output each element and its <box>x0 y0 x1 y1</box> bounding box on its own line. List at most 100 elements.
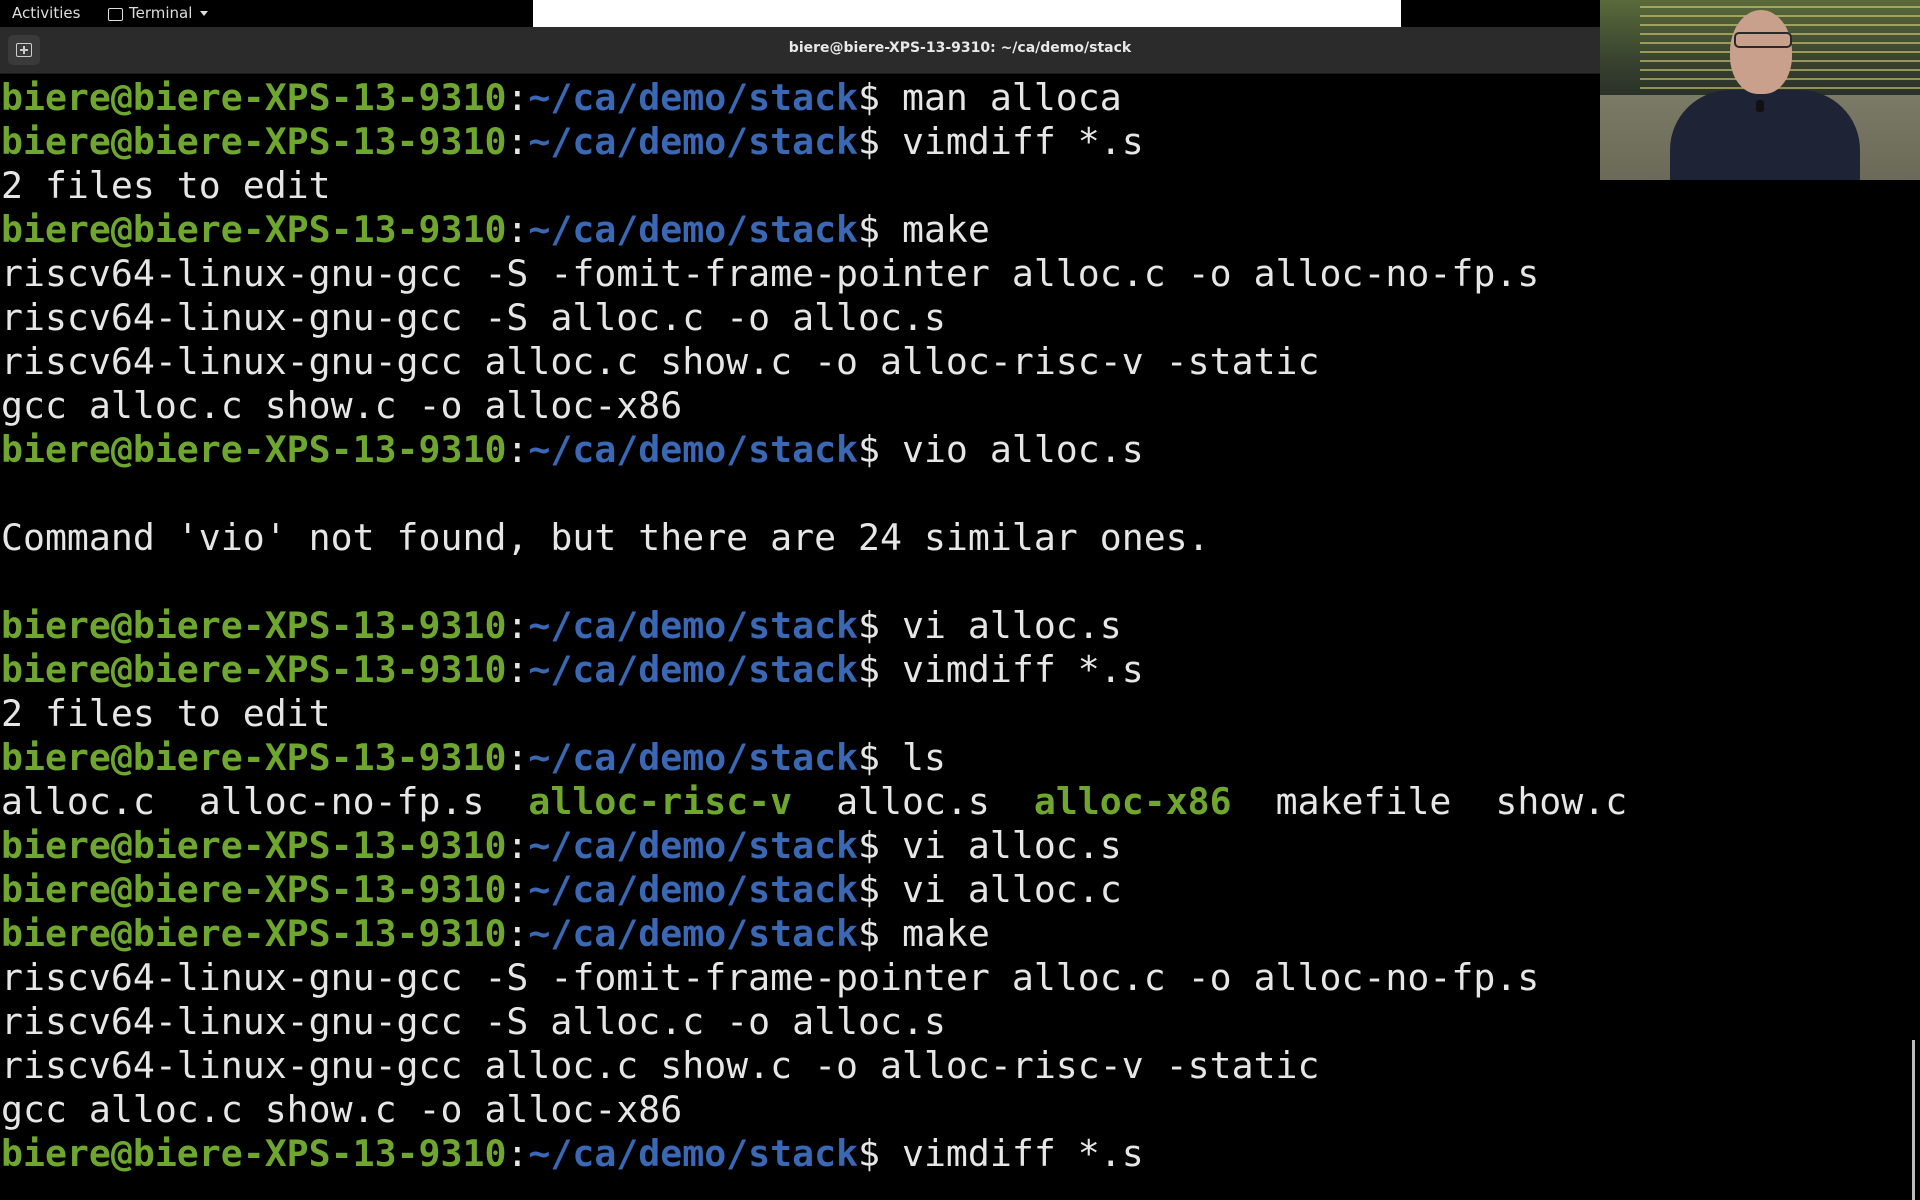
prompt-dollar: $ <box>858 604 902 647</box>
prompt-path: ~/ca/demo/stack <box>528 1132 859 1175</box>
prompt-path: ~/ca/demo/stack <box>528 76 859 119</box>
terminal-line: Command 'vio' not found, but there are 2… <box>1 516 1915 560</box>
output-text: riscv64-linux-gnu-gcc -S alloc.c -o allo… <box>1 296 946 339</box>
prompt-path: ~/ca/demo/stack <box>528 648 859 691</box>
prompt-dollar: $ <box>858 120 902 163</box>
prompt-user-host: biere@biere-XPS-13-9310 <box>1 428 507 471</box>
webcam-presenter-glasses <box>1734 32 1792 48</box>
ls-entry: alloc.c <box>1 780 155 823</box>
prompt-separator: : <box>506 824 529 867</box>
prompt-separator: : <box>506 912 529 955</box>
terminal-line: biere@biere-XPS-13-9310:~/ca/demo/stack$… <box>1 604 1915 648</box>
terminal-line: biere@biere-XPS-13-9310:~/ca/demo/stack$… <box>1 912 1915 956</box>
ls-entry: alloc-risc-v <box>528 780 793 823</box>
output-text: riscv64-linux-gnu-gcc alloc.c show.c -o … <box>1 1044 1320 1087</box>
app-menu-label: Terminal <box>129 4 193 22</box>
output-text: riscv64-linux-gnu-gcc -S -fomit-frame-po… <box>1 956 1540 999</box>
prompt-path: ~/ca/demo/stack <box>528 120 859 163</box>
command-text: vi alloc.s <box>901 604 1122 647</box>
prompt-dollar: $ <box>858 648 902 691</box>
prompt-separator: : <box>506 120 529 163</box>
prompt-separator: : <box>506 76 529 119</box>
terminal-view[interactable]: biere@biere-XPS-13-9310:~/ca/demo/stack$… <box>0 76 1915 1200</box>
prompt-separator: : <box>506 428 529 471</box>
command-text: vi alloc.s <box>901 824 1122 867</box>
prompt-user-host: biere@biere-XPS-13-9310 <box>1 208 507 251</box>
terminal-line: biere@biere-XPS-13-9310:~/ca/demo/stack$… <box>1 208 1915 252</box>
ls-entry: alloc.s <box>836 780 990 823</box>
prompt-path: ~/ca/demo/stack <box>528 868 859 911</box>
prompt-path: ~/ca/demo/stack <box>528 736 859 779</box>
command-text: vio alloc.s <box>901 428 1144 471</box>
prompt-path: ~/ca/demo/stack <box>528 428 859 471</box>
output-text: 2 files to edit <box>1 692 331 735</box>
terminal-output: biere@biere-XPS-13-9310:~/ca/demo/stack$… <box>0 76 1915 1176</box>
terminal-line: biere@biere-XPS-13-9310:~/ca/demo/stack$… <box>1 648 1915 692</box>
ls-entry: alloc-x86 <box>1033 780 1232 823</box>
terminal-line: biere@biere-XPS-13-9310:~/ca/demo/stack$… <box>1 736 1915 780</box>
overlay-strip <box>533 0 1401 27</box>
command-text: vimdiff *.s <box>901 1132 1144 1175</box>
output-text: 2 files to edit <box>1 164 331 207</box>
ls-entry: show.c <box>1495 780 1628 823</box>
prompt-separator: : <box>506 868 529 911</box>
ls-entry: makefile <box>1275 780 1452 823</box>
prompt-user-host: biere@biere-XPS-13-9310 <box>1 736 507 779</box>
prompt-dollar: $ <box>858 868 902 911</box>
terminal-line: biere@biere-XPS-13-9310:~/ca/demo/stack$… <box>1 428 1915 472</box>
app-menu-button[interactable]: Terminal <box>108 4 209 22</box>
output-text: gcc alloc.c show.c -o alloc-x86 <box>1 1088 683 1131</box>
terminal-line: riscv64-linux-gnu-gcc -S -fomit-frame-po… <box>1 956 1915 1000</box>
ls-entry: alloc-no-fp.s <box>198 780 485 823</box>
prompt-dollar: $ <box>858 736 902 779</box>
output-text: riscv64-linux-gnu-gcc -S -fomit-frame-po… <box>1 252 1540 295</box>
prompt-separator: : <box>506 604 529 647</box>
prompt-path: ~/ca/demo/stack <box>528 912 859 955</box>
command-text: vi alloc.c <box>901 868 1122 911</box>
terminal-line: biere@biere-XPS-13-9310:~/ca/demo/stack$… <box>1 824 1915 868</box>
prompt-separator: : <box>506 736 529 779</box>
prompt-path: ~/ca/demo/stack <box>528 824 859 867</box>
command-text: vimdiff *.s <box>901 120 1144 163</box>
prompt-separator: : <box>506 648 529 691</box>
prompt-dollar: $ <box>858 1132 902 1175</box>
terminal-line: riscv64-linux-gnu-gcc -S alloc.c -o allo… <box>1 296 1915 340</box>
terminal-line: alloc.c alloc-no-fp.s alloc-risc-v alloc… <box>1 780 1915 824</box>
output-text: riscv64-linux-gnu-gcc alloc.c show.c -o … <box>1 340 1320 383</box>
output-text: riscv64-linux-gnu-gcc -S alloc.c -o allo… <box>1 1000 946 1043</box>
command-text: make <box>901 912 990 955</box>
prompt-user-host: biere@biere-XPS-13-9310 <box>1 1132 507 1175</box>
webcam-presenter-head <box>1730 10 1792 94</box>
activities-button[interactable]: Activities <box>12 4 80 22</box>
prompt-user-host: biere@biere-XPS-13-9310 <box>1 912 507 955</box>
prompt-dollar: $ <box>858 824 902 867</box>
output-text: Command 'vio' not found, but there are 2… <box>1 516 1210 559</box>
terminal-line: riscv64-linux-gnu-gcc -S -fomit-frame-po… <box>1 252 1915 296</box>
prompt-separator: : <box>506 1132 529 1175</box>
prompt-dollar: $ <box>858 912 902 955</box>
prompt-user-host: biere@biere-XPS-13-9310 <box>1 120 507 163</box>
terminal-line: gcc alloc.c show.c -o alloc-x86 <box>1 1088 1915 1132</box>
prompt-dollar: $ <box>858 76 902 119</box>
webcam-overlay <box>1600 0 1920 180</box>
prompt-user-host: biere@biere-XPS-13-9310 <box>1 648 507 691</box>
terminal-line: 2 files to edit <box>1 692 1915 736</box>
terminal-line: riscv64-linux-gnu-gcc -S alloc.c -o allo… <box>1 1000 1915 1044</box>
terminal-scrollbar[interactable] <box>1912 1040 1915 1200</box>
chevron-down-icon <box>200 10 209 16</box>
webcam-microphone <box>1756 100 1764 112</box>
terminal-line: riscv64-linux-gnu-gcc alloc.c show.c -o … <box>1 1044 1915 1088</box>
prompt-user-host: biere@biere-XPS-13-9310 <box>1 868 507 911</box>
terminal-line: biere@biere-XPS-13-9310:~/ca/demo/stack$… <box>1 868 1915 912</box>
output-text: gcc alloc.c show.c -o alloc-x86 <box>1 384 683 427</box>
prompt-user-host: biere@biere-XPS-13-9310 <box>1 604 507 647</box>
webcam-presenter-body <box>1670 90 1860 180</box>
terminal-icon <box>108 7 123 21</box>
prompt-dollar: $ <box>858 428 902 471</box>
terminal-line: biere@biere-XPS-13-9310:~/ca/demo/stack$… <box>1 1132 1915 1176</box>
prompt-user-host: biere@biere-XPS-13-9310 <box>1 76 507 119</box>
prompt-path: ~/ca/demo/stack <box>528 604 859 647</box>
terminal-line: gcc alloc.c show.c -o alloc-x86 <box>1 384 1915 428</box>
